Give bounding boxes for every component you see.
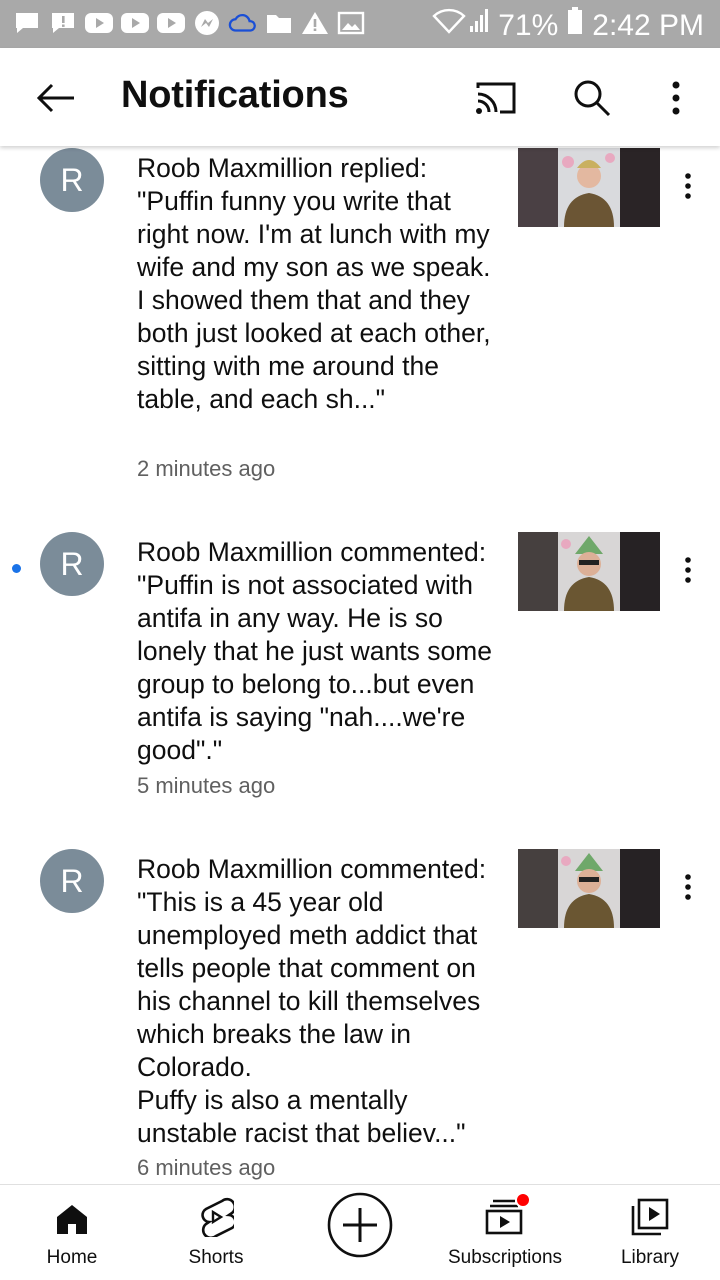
notification-item[interactable]: R Roob Maxmillion commented: "Puffin is …	[0, 530, 720, 830]
avatar[interactable]: R	[40, 148, 104, 212]
youtube-icon	[84, 9, 114, 37]
cast-icon	[476, 82, 516, 114]
avatar-letter: R	[60, 161, 84, 198]
notification-item[interactable]: R Roob Maxmillion commented: "This is a …	[0, 847, 720, 1184]
video-thumbnail-image	[518, 148, 660, 227]
notification-text: Roob Maxmillion replied: "Puffin funny y…	[137, 153, 498, 414]
nav-create[interactable]	[320, 1185, 400, 1280]
nav-subscriptions[interactable]: Subscriptions	[440, 1185, 570, 1280]
nav-shorts-label: Shorts	[188, 1247, 244, 1268]
messenger-icon	[192, 9, 222, 37]
notification-menu-button[interactable]	[672, 867, 704, 907]
notification-text: Roob Maxmillion commented: "This is a 45…	[137, 854, 487, 1148]
message-icon	[12, 9, 42, 37]
page-title: Notifications	[121, 74, 349, 116]
notification-menu-button[interactable]	[672, 550, 704, 590]
more-options-button[interactable]	[650, 72, 702, 124]
nav-subscriptions-label: Subscriptions	[447, 1247, 563, 1268]
more-vert-icon	[685, 874, 691, 900]
video-thumbnail[interactable]	[518, 148, 660, 227]
back-button[interactable]	[30, 72, 82, 124]
library-icon	[631, 1198, 669, 1236]
video-thumbnail[interactable]	[518, 849, 660, 928]
more-vert-icon	[685, 173, 691, 199]
nav-home-label: Home	[46, 1247, 98, 1268]
notification-time: 6 minutes ago	[137, 1155, 276, 1180]
message-alert-icon	[48, 9, 78, 37]
video-thumbnail-image	[518, 849, 660, 928]
image-icon	[336, 9, 366, 37]
new-content-badge	[515, 1192, 531, 1208]
notification-time: 2 minutes ago	[137, 456, 276, 481]
avatar[interactable]: R	[40, 849, 104, 913]
clock-time: 2:42 PM	[592, 8, 704, 42]
app-bar: Notifications	[0, 48, 720, 146]
wifi-signal-icon	[432, 6, 490, 45]
avatar[interactable]: R	[40, 532, 104, 596]
folder-icon	[264, 9, 294, 37]
battery-icon	[566, 6, 584, 45]
status-bar: 71% 2:42 PM	[0, 0, 720, 48]
cast-button[interactable]	[470, 72, 522, 124]
shorts-icon	[201, 1197, 234, 1237]
warning-icon	[300, 9, 330, 37]
avatar-letter: R	[60, 862, 84, 899]
notification-list[interactable]: R Roob Maxmillion replied: "Puffin funny…	[0, 146, 720, 1184]
search-button[interactable]	[566, 72, 618, 124]
video-thumbnail-image	[518, 532, 660, 611]
nav-library-label: Library	[620, 1247, 680, 1268]
notification-text: Roob Maxmillion commented: "Puffin is no…	[137, 537, 500, 765]
more-vert-icon	[672, 81, 680, 115]
unread-indicator	[12, 564, 21, 573]
home-icon	[57, 1205, 87, 1234]
bottom-navigation: Home Shorts Subscriptions Library	[0, 1184, 720, 1280]
status-bar-system: 71% 2:42 PM	[432, 6, 704, 45]
arrow-left-icon	[36, 83, 74, 113]
search-icon	[574, 80, 611, 117]
battery-percent: 71%	[498, 8, 559, 42]
onedrive-icon	[228, 9, 258, 37]
youtube-icon	[120, 9, 150, 37]
avatar-letter: R	[60, 545, 84, 582]
video-thumbnail[interactable]	[518, 532, 660, 611]
add-icon	[327, 1192, 393, 1258]
notification-menu-button[interactable]	[672, 166, 704, 206]
notification-item[interactable]: R Roob Maxmillion replied: "Puffin funny…	[0, 146, 720, 526]
nav-library[interactable]: Library	[600, 1185, 700, 1280]
more-vert-icon	[685, 557, 691, 583]
nav-shorts[interactable]: Shorts	[166, 1185, 266, 1280]
youtube-icon	[156, 9, 186, 37]
notification-time: 5 minutes ago	[137, 773, 276, 798]
nav-home[interactable]: Home	[22, 1185, 122, 1280]
status-bar-notification-icons	[12, 9, 366, 37]
